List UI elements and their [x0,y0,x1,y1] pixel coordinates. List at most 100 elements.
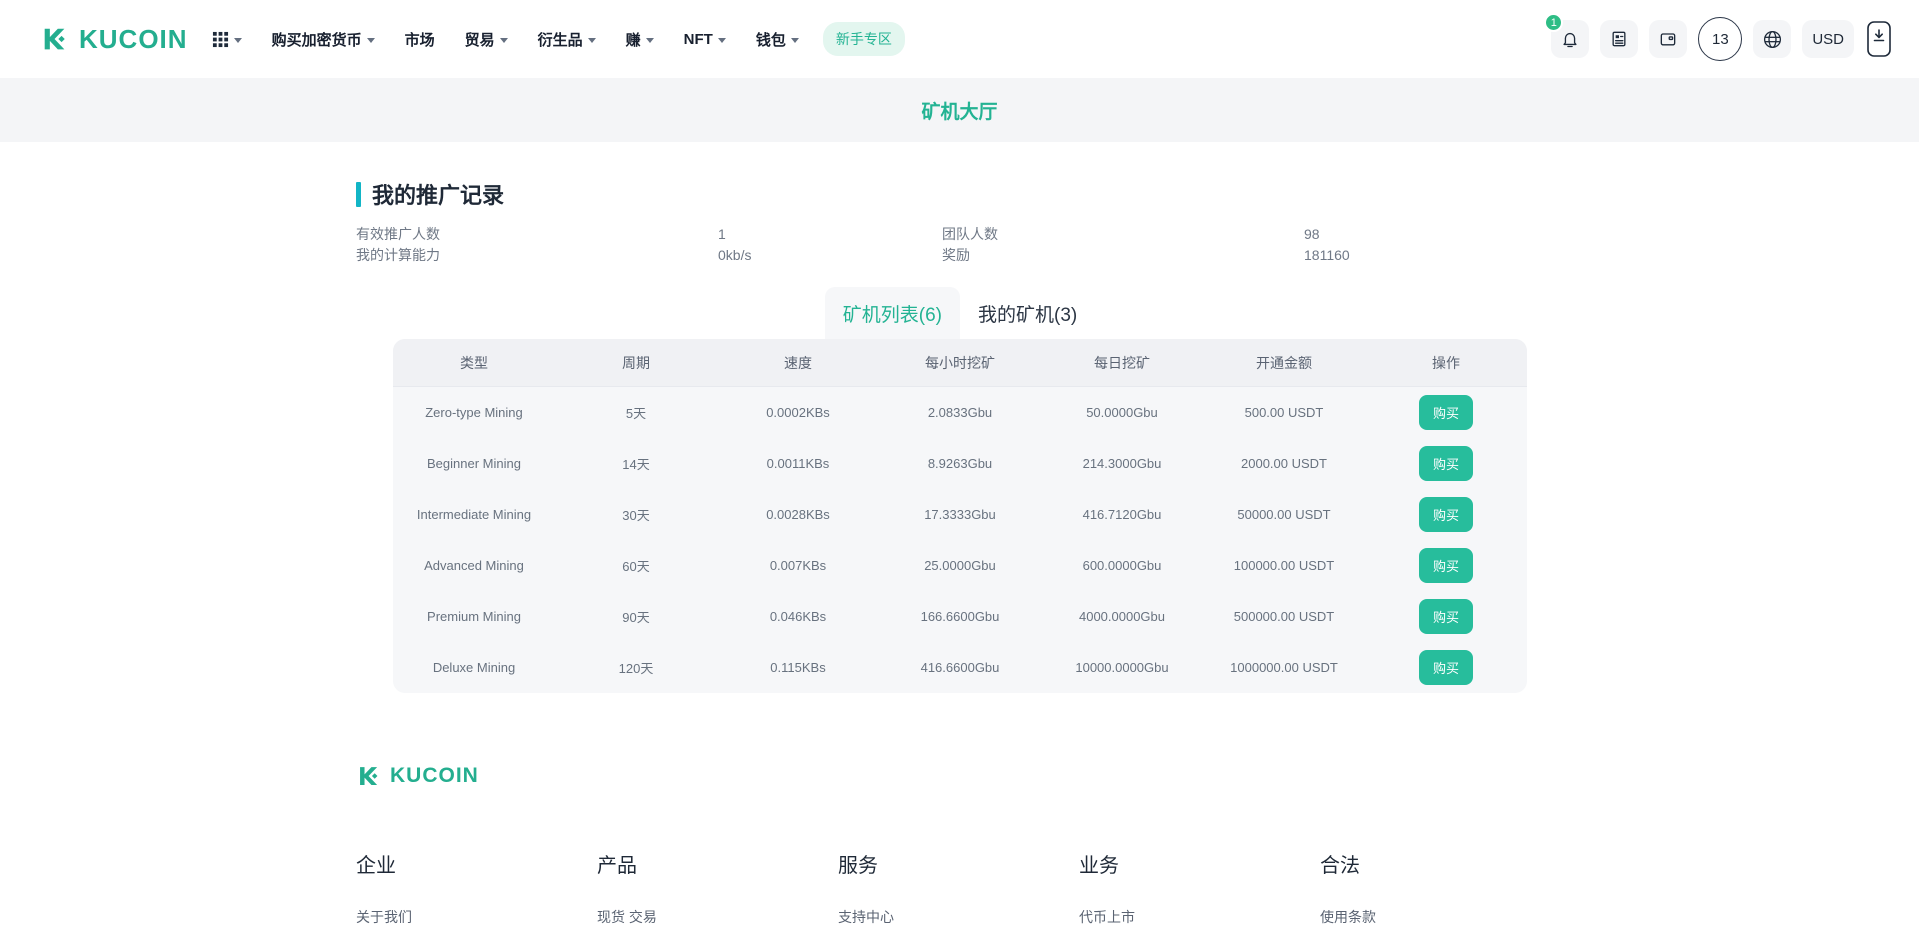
stat-value: 181160 [1304,245,1350,265]
miner-tab[interactable]: 矿机列表(6) [825,287,960,339]
cell-speed: 0.115KBs [717,660,879,675]
stat-value: 0kb/s [718,245,751,265]
chevron-down-icon [367,38,375,43]
wallet-icon [1658,29,1678,49]
navbar-right: 1 13 [1551,17,1893,61]
chevron-down-icon [646,38,654,43]
table-header-cell: 每小时挖矿 [879,353,1041,373]
newbie-zone-badge[interactable]: 新手专区 [823,22,905,56]
footer-link[interactable]: 代币上市 [1079,907,1320,927]
cell-daily-mining: 416.7120Gbu [1041,507,1203,522]
nav-item[interactable]: 购买加密货币 [272,29,375,50]
notifications-button[interactable]: 1 [1551,20,1589,58]
language-button[interactable] [1753,20,1791,58]
cell-amount: 500.00 USDT [1203,405,1365,420]
cell-period: 14天 [555,454,717,473]
cell-hourly-mining: 25.0000Gbu [879,558,1041,573]
footer-column-title: 企业 [356,849,597,878]
tab-label: 我的矿机(3) [978,305,1077,326]
footer-columns: 企业 关于我们 产品 现货 交易 服务 支持中心 业务 代币上市 合法 使用条款 [356,849,1527,927]
cell-speed: 0.0028KBs [717,507,879,522]
stat-value: 1 [718,224,726,244]
footer-link[interactable]: 使用条款 [1320,907,1561,927]
nav-item[interactable]: 市场 [405,29,435,50]
nav-item[interactable]: NFT [684,31,726,48]
footer-link[interactable]: 关于我们 [356,907,597,927]
kucoin-logo-icon [356,763,382,789]
buy-button[interactable]: 购买 [1419,497,1473,532]
grid-icon [212,31,229,48]
cell-hourly-mining: 166.6600Gbu [879,609,1041,624]
table-header-cell: 开通金额 [1203,353,1365,373]
table-header-cell: 类型 [393,353,555,373]
cell-daily-mining: 10000.0000Gbu [1041,660,1203,675]
promotion-stat: 奖励 181160 [942,245,1528,265]
nav-item[interactable]: 贸易 [465,29,508,50]
footer-column: 服务 支持中心 [838,849,1079,927]
stat-label: 我的计算能力 [356,245,718,265]
cell-daily-mining: 4000.0000Gbu [1041,609,1203,624]
miner-list-table: 类型 周期 速度 每小时挖矿 每日挖矿 开通金额 操作 Zero-type Mi… [393,339,1527,693]
cell-amount: 50000.00 USDT [1203,507,1365,522]
nav-item[interactable]: 钱包 [756,29,799,50]
footer-column: 企业 关于我们 [356,849,597,927]
nav-item-label: NFT [684,31,713,48]
promotion-stat: 有效推广人数 1 [356,224,942,244]
table-row: Zero-type Mining 5天 0.0002KBs 2.0833Gbu … [393,387,1527,438]
cell-speed: 0.046KBs [717,609,879,624]
buy-button[interactable]: 购买 [1419,548,1473,583]
accent-bar [356,182,361,207]
stat-label: 奖励 [942,245,1304,265]
table-row: Advanced Mining 60天 0.007KBs 25.0000Gbu … [393,540,1527,591]
nav-item-label: 衍生品 [538,29,583,50]
cell-speed: 0.0011KBs [717,456,879,471]
buy-button[interactable]: 购买 [1419,395,1473,430]
download-app-button[interactable] [1865,18,1893,60]
promotion-stat: 团队人数 98 [942,224,1528,244]
main-nav: 购买加密货币 市场 贸易 衍生品 赚 N [272,29,799,50]
news-button[interactable] [1600,20,1638,58]
cell-speed: 0.007KBs [717,558,879,573]
cell-period: 60天 [555,556,717,575]
miner-tab[interactable]: 我的矿机(3) [960,287,1095,339]
cell-amount: 500000.00 USDT [1203,609,1365,624]
nav-item[interactable]: 衍生品 [538,29,596,50]
kucoin-logo[interactable]: KUCOIN [40,24,188,55]
cell-type: Intermediate Mining [393,507,555,522]
footer-link[interactable]: 支持中心 [838,907,1079,927]
cell-type: Premium Mining [393,609,555,624]
nav-item[interactable]: 赚 [626,29,654,50]
buy-button[interactable]: 购买 [1419,650,1473,685]
cell-hourly-mining: 17.3333Gbu [879,507,1041,522]
footer-logo[interactable]: KUCOIN [356,763,1527,789]
chevron-down-icon [588,38,596,43]
table-body: Zero-type Mining 5天 0.0002KBs 2.0833Gbu … [393,387,1527,693]
apps-grid-button[interactable] [212,31,242,48]
bell-icon [1560,29,1580,49]
footer: KUCOIN 企业 关于我们 产品 现货 交易 服务 支持中心 业务 代币上市 [356,763,1527,927]
cell-action: 购买 [1365,548,1527,583]
currency-selector[interactable]: USD [1802,20,1854,58]
chevron-down-icon [234,38,242,43]
buy-button[interactable]: 购买 [1419,446,1473,481]
level-value: 13 [1712,31,1729,48]
table-header-cell: 周期 [555,353,717,373]
cell-amount: 2000.00 USDT [1203,456,1365,471]
table-header-cell: 速度 [717,353,879,373]
footer-column-title: 服务 [838,849,1079,878]
nav-item-label: 赚 [626,29,641,50]
footer-link[interactable]: 现货 交易 [597,907,838,927]
cell-hourly-mining: 8.9263Gbu [879,456,1041,471]
stat-label: 团队人数 [942,224,1304,244]
cell-daily-mining: 50.0000Gbu [1041,405,1203,420]
download-icon [1865,18,1893,60]
logo-text: KUCOIN [79,24,188,55]
top-navbar: KUCOIN 购买加密货币 市场 贸易 [0,0,1919,78]
cell-speed: 0.0002KBs [717,405,879,420]
footer-column: 合法 使用条款 [1320,849,1561,927]
wallet-button[interactable] [1649,20,1687,58]
cell-action: 购买 [1365,395,1527,430]
level-indicator[interactable]: 13 [1698,17,1742,61]
kucoin-logo-icon [40,24,70,54]
buy-button[interactable]: 购买 [1419,599,1473,634]
